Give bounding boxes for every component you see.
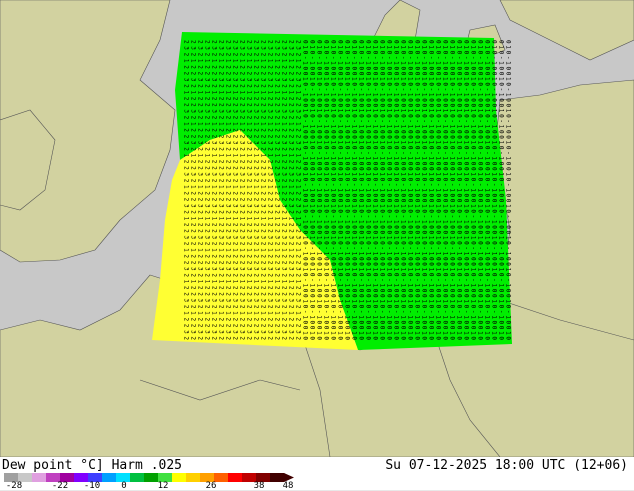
- field-value-column: 010-10010-10010-10010-10010-10010-10010-…: [379, 40, 386, 340]
- field-value-column: 010-10010-10010-10010-10010-10010-10010-…: [351, 40, 358, 340]
- field-value-column: 010-10010-10010-10010-10010-10010-10010-…: [400, 40, 407, 340]
- field-value-column: 010-10010-10010-10010-10010-10010-10010-…: [386, 40, 393, 340]
- field-value-column: 010-10010-10010-10010-10010-10010-10010-…: [449, 40, 456, 340]
- field-value-column: 010-10010-10010-10010-10010-10010-10010-…: [456, 40, 463, 340]
- field-value-column: 010-10010-10010-10010-10010-10010-10010-…: [428, 40, 435, 340]
- field-value-column: 010-10010-10010-10010-10010-10010-10010-…: [365, 40, 372, 340]
- legend-footer: Dew point °C] Harm .025 Su 07-12-2025 18…: [0, 457, 634, 491]
- field-value-column: 010-10010-10010-10010-10010-10010-10010-…: [337, 40, 344, 340]
- field-value-column: 010-10010-10010-10010-10010-10010-10010-…: [407, 40, 414, 340]
- field-value-column: 010-10010-10010-10010-10010-10010-10010-…: [421, 40, 428, 340]
- field-value-column: 010-10010-10010-10010-10010-10010-10010-…: [302, 40, 309, 340]
- map-title: Dew point °C] Harm .025: [2, 458, 183, 473]
- field-value-column: 010-10010-10010-10010-10010-10010-10010-…: [484, 40, 491, 340]
- field-value-column: 010-10010-10010-10010-10010-10010-10010-…: [393, 40, 400, 340]
- field-value-column: 010-10010-10010-10010-10010-10010-10010-…: [323, 40, 330, 340]
- field-value-column: 010-10010-10010-10010-10010-10010-10010-…: [309, 40, 316, 340]
- field-value-column: 010-10010-10010-10010-10010-10010-10010-…: [358, 40, 365, 340]
- field-value-column: 010-10010-10010-10010-10010-10010-10010-…: [344, 40, 351, 340]
- field-value-column: 010-10010-10010-10010-10010-10010-10010-…: [470, 40, 477, 340]
- field-value-column: 010-10010-10010-10010-10010-10010-10010-…: [442, 40, 449, 340]
- field-value-column: 010-10010-10010-10010-10010-10010-10010-…: [316, 40, 323, 340]
- field-value-column: 010-10010-10010-10010-10010-10010-10010-…: [491, 40, 498, 340]
- field-value-column: 010-10010-10010-10010-10010-10010-10010-…: [372, 40, 379, 340]
- field-value-column: 010-10010-10010-10010-10010-10010-10010-…: [435, 40, 442, 340]
- weather-map: 2321223212232122321223212232122321223212…: [0, 0, 634, 457]
- field-value-column: 010-10010-10010-10010-10010-10010-10010-…: [477, 40, 484, 340]
- valid-time: Su 07-12-2025 18:00 UTC (12+06): [385, 458, 628, 473]
- field-value-column: 010-10010-10010-10010-10010-10010-10010-…: [505, 40, 512, 340]
- field-value-column: 010-10010-10010-10010-10010-10010-10010-…: [498, 40, 505, 340]
- field-value-column: 010-10010-10010-10010-10010-10010-10010-…: [330, 40, 337, 340]
- field-value-column: 010-10010-10010-10010-10010-10010-10010-…: [463, 40, 470, 340]
- field-value-column: 010-10010-10010-10010-10010-10010-10010-…: [414, 40, 421, 340]
